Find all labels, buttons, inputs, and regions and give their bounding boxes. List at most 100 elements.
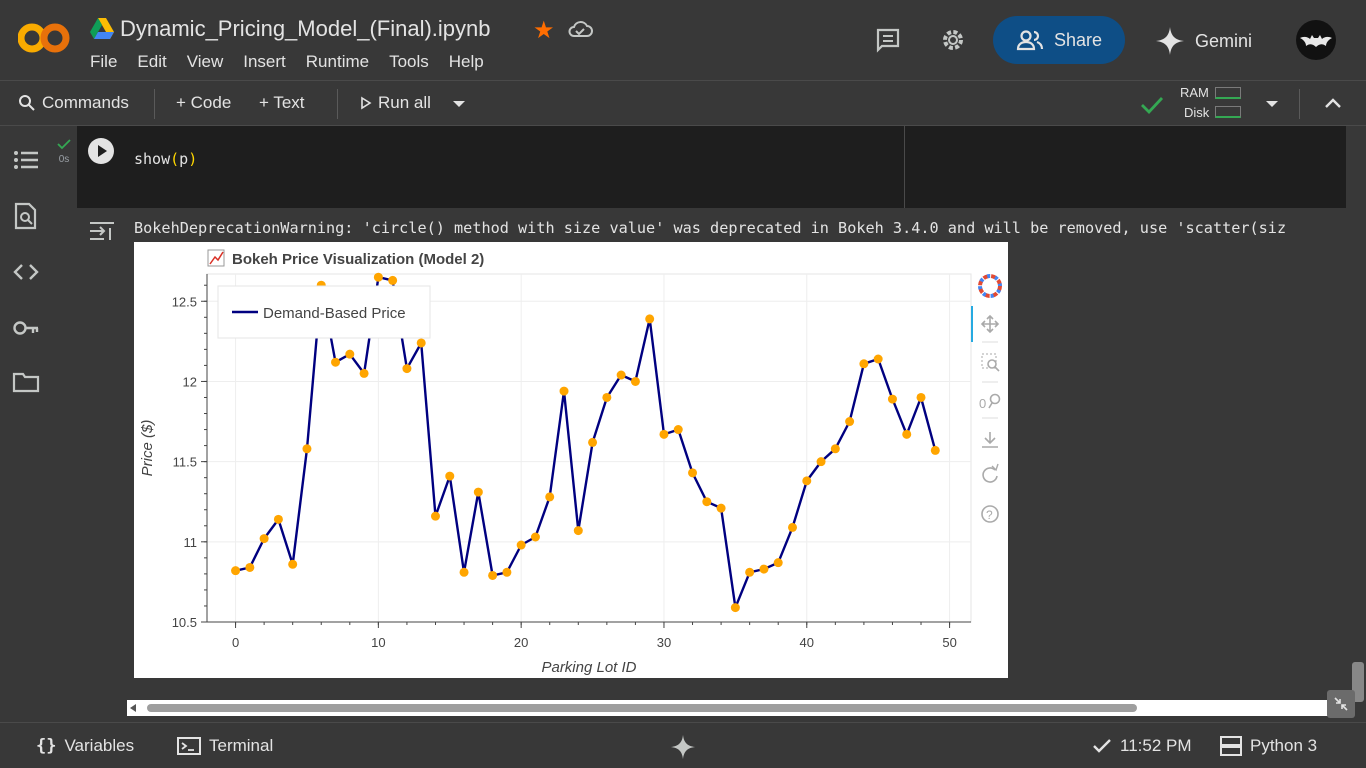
data-point[interactable]: [231, 566, 241, 576]
data-point[interactable]: [816, 457, 826, 467]
data-point[interactable]: [588, 437, 598, 447]
add-text-button[interactable]: + Text: [259, 93, 305, 113]
output-menu-icon[interactable]: [88, 218, 116, 244]
data-point[interactable]: [830, 444, 840, 454]
menu-insert[interactable]: Insert: [243, 52, 286, 72]
data-point[interactable]: [331, 357, 341, 367]
data-point[interactable]: [845, 417, 855, 427]
data-point[interactable]: [416, 338, 426, 348]
data-point[interactable]: [802, 476, 812, 486]
data-point[interactable]: [373, 272, 383, 282]
data-point[interactable]: [388, 275, 398, 285]
data-point[interactable]: [759, 564, 769, 574]
run-cell-button[interactable]: [88, 138, 114, 164]
data-point[interactable]: [702, 497, 712, 507]
pan-icon[interactable]: [980, 314, 1000, 334]
execution-status[interactable]: 11:52 PM: [1092, 736, 1192, 756]
gemini-sparkle-icon[interactable]: [670, 734, 696, 760]
data-point[interactable]: [530, 532, 540, 542]
google-drive-icon[interactable]: [90, 18, 114, 40]
chevron-up-icon[interactable]: [1324, 96, 1342, 110]
data-point[interactable]: [473, 487, 483, 497]
collapse-output-button[interactable]: [1327, 690, 1355, 718]
avatar[interactable]: [1296, 20, 1336, 60]
menu-file[interactable]: File: [90, 52, 117, 72]
scroll-left-icon[interactable]: [129, 703, 137, 713]
menu-help[interactable]: Help: [449, 52, 484, 72]
data-point[interactable]: [559, 386, 569, 396]
data-point[interactable]: [745, 567, 755, 577]
data-point[interactable]: [673, 425, 683, 435]
bokeh-plot[interactable]: Bokeh Price Visualization (Model 2) 10.5…: [134, 242, 1008, 678]
data-point[interactable]: [887, 394, 897, 404]
wheel-zoom-icon[interactable]: 0: [979, 393, 1001, 412]
data-point[interactable]: [873, 354, 883, 364]
data-point[interactable]: [730, 603, 740, 613]
chevron-down-icon[interactable]: [1264, 99, 1280, 109]
code-snippets-icon[interactable]: [12, 258, 40, 286]
data-point[interactable]: [773, 558, 783, 568]
terminal-button[interactable]: Terminal: [177, 736, 273, 756]
data-point[interactable]: [430, 511, 440, 521]
data-point[interactable]: [516, 540, 526, 550]
data-point[interactable]: [645, 314, 655, 324]
help-icon[interactable]: ?: [981, 505, 999, 523]
key-icon[interactable]: [12, 314, 40, 342]
star-icon[interactable]: ★: [533, 16, 555, 45]
data-point[interactable]: [859, 359, 869, 369]
comment-icon[interactable]: [875, 27, 901, 53]
folder-icon[interactable]: [12, 368, 40, 396]
data-point[interactable]: [488, 570, 498, 580]
code-cell-editor[interactable]: [77, 126, 1346, 208]
data-point[interactable]: [930, 445, 940, 455]
data-point[interactable]: [659, 429, 669, 439]
data-point[interactable]: [902, 429, 912, 439]
run-all-button[interactable]: Run all: [360, 93, 431, 113]
data-point[interactable]: [545, 492, 555, 502]
data-point[interactable]: [259, 534, 269, 544]
gemini-button[interactable]: Gemini: [1155, 26, 1252, 56]
data-point[interactable]: [688, 468, 698, 478]
commands-button[interactable]: Commands: [18, 93, 129, 113]
find-in-file-icon[interactable]: [12, 202, 40, 230]
notebook-title[interactable]: Dynamic_Pricing_Model_(Final).ipynb: [120, 16, 491, 42]
chevron-down-icon[interactable]: [451, 99, 467, 109]
code-line[interactable]: show(p): [134, 150, 197, 168]
menu-view[interactable]: View: [187, 52, 224, 72]
colab-logo[interactable]: [18, 20, 70, 56]
data-point[interactable]: [916, 392, 926, 402]
menu-edit[interactable]: Edit: [137, 52, 166, 72]
price-chart[interactable]: Bokeh Price Visualization (Model 2) 10.5…: [134, 242, 1008, 678]
data-point[interactable]: [616, 370, 626, 380]
data-point[interactable]: [630, 376, 640, 386]
runtime-button[interactable]: Python 3: [1220, 736, 1317, 756]
legend[interactable]: Demand-Based Price: [217, 285, 431, 339]
data-point[interactable]: [573, 526, 583, 536]
menu-tools[interactable]: Tools: [389, 52, 429, 72]
disk-meter[interactable]: [1215, 106, 1241, 118]
save-icon[interactable]: [982, 432, 998, 448]
share-button[interactable]: Share: [993, 16, 1125, 64]
data-point[interactable]: [302, 444, 312, 454]
menu-runtime[interactable]: Runtime: [306, 52, 369, 72]
data-point[interactable]: [345, 349, 355, 359]
cloud-saved-icon[interactable]: [567, 19, 593, 39]
data-point[interactable]: [288, 559, 298, 569]
data-point[interactable]: [273, 514, 283, 524]
data-point[interactable]: [245, 562, 255, 572]
ram-meter[interactable]: [1215, 87, 1241, 99]
data-point[interactable]: [502, 567, 512, 577]
table-of-contents-icon[interactable]: [12, 146, 40, 174]
bokeh-logo-icon[interactable]: [978, 274, 1002, 298]
data-point[interactable]: [602, 392, 612, 402]
data-point[interactable]: [459, 567, 469, 577]
gear-icon[interactable]: [940, 27, 966, 53]
add-code-button[interactable]: + Code: [176, 93, 231, 113]
data-point[interactable]: [359, 368, 369, 378]
box-zoom-icon[interactable]: [981, 353, 1000, 372]
variables-button[interactable]: {} Variables: [36, 736, 134, 756]
data-point[interactable]: [445, 471, 455, 481]
data-point[interactable]: [787, 522, 797, 532]
horizontal-scrollbar-thumb[interactable]: [147, 704, 1137, 712]
data-point[interactable]: [716, 503, 726, 513]
